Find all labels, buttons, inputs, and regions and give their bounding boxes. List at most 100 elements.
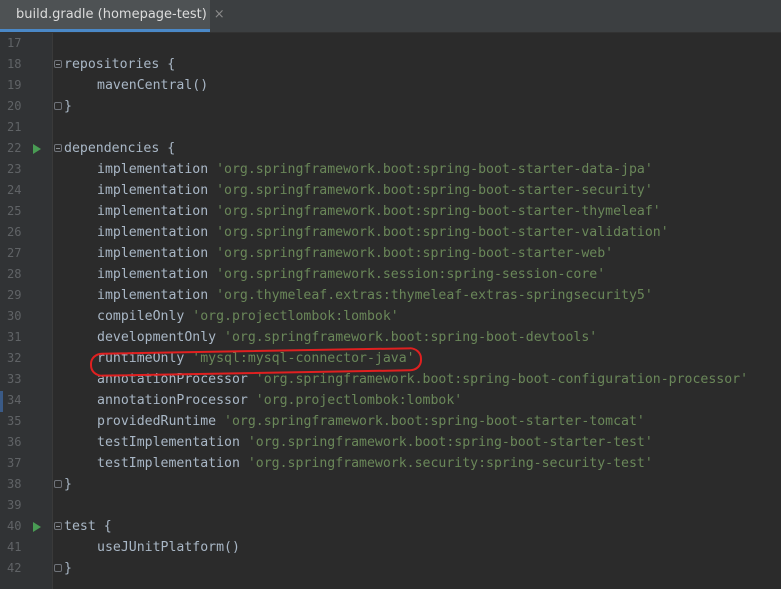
code-line[interactable]: 33 annotationProcessor 'org.springframewo… — [0, 369, 781, 390]
code-line[interactable]: 23 implementation 'org.springframework.bo… — [0, 159, 781, 180]
line-number: 17 — [7, 36, 22, 50]
line-number: 40 — [7, 519, 22, 533]
code-line[interactable]: 18 repositories { — [0, 54, 781, 75]
fold-end-icon[interactable] — [54, 102, 62, 110]
code-line[interactable]: 30 compileOnly 'org.projectlombok:lombok' — [0, 306, 781, 327]
close-icon[interactable]: × — [214, 7, 225, 22]
code-identifier: providedRuntime — [97, 414, 225, 429]
fold-end-icon[interactable] — [54, 564, 62, 572]
code-identifier: implementation — [97, 246, 217, 261]
code-identifier: } — [64, 99, 72, 114]
editor-tab-bar: build.gradle (homepage-test) × — [0, 0, 781, 33]
code-string-literal: 'org.springframework.boot:spring-boot-st… — [224, 414, 645, 429]
code-line[interactable]: 28 implementation 'org.springframework.se… — [0, 264, 781, 285]
line-number: 36 — [7, 435, 22, 449]
code-string-literal: 'org.springframework.boot:spring-boot-st… — [216, 162, 653, 177]
code-line[interactable]: 40 test { — [0, 516, 781, 537]
code-line[interactable]: 19 mavenCentral() — [0, 75, 781, 96]
code-identifier: dependencies { — [64, 141, 176, 156]
fold-collapse-icon[interactable] — [54, 60, 62, 68]
fold-end-icon[interactable] — [54, 480, 62, 488]
code-line[interactable]: 25 implementation 'org.springframework.bo… — [0, 201, 781, 222]
code-string-literal: 'org.thymeleaf.extras:thymeleaf-extras-s… — [216, 288, 653, 303]
code-text: dependencies { — [64, 138, 175, 159]
line-number: 30 — [7, 309, 22, 323]
code-text: providedRuntime 'org.springframework.boo… — [97, 411, 645, 432]
line-number: 25 — [7, 204, 22, 218]
code-line[interactable]: 38} — [0, 474, 781, 495]
ide-window: build.gradle (homepage-test) × 17 18 repos… — [0, 0, 781, 589]
code-text: } — [64, 96, 72, 117]
code-text: annotationProcessor 'org.projectlombok:l… — [97, 390, 462, 411]
code-text: runtimeOnly 'mysql:mysql-connector-java' — [97, 348, 415, 369]
code-text: test { — [64, 516, 112, 537]
code-identifier: test { — [64, 519, 112, 534]
code-line[interactable]: 22 dependencies { — [0, 138, 781, 159]
code-identifier: implementation — [97, 288, 217, 303]
code-identifier: developmentOnly — [97, 330, 225, 345]
code-line[interactable]: 37 testImplementation 'org.springframewor… — [0, 453, 781, 474]
code-lines: 17 18 repositories {19 mavenCentral() 20} 21 2… — [0, 33, 781, 579]
code-string-literal: 'org.springframework.boot:spring-boot-st… — [216, 204, 661, 219]
line-number: 32 — [7, 351, 22, 365]
line-number: 39 — [7, 498, 22, 512]
code-line[interactable]: 21 — [0, 117, 781, 138]
code-line[interactable]: 39 — [0, 495, 781, 516]
line-number: 24 — [7, 183, 22, 197]
fold-collapse-icon[interactable] — [54, 522, 62, 530]
code-identifier: mavenCentral() — [97, 78, 209, 93]
code-identifier: compileOnly — [97, 309, 193, 324]
line-number: 21 — [7, 120, 22, 134]
code-line[interactable]: 31 developmentOnly 'org.springframework.b… — [0, 327, 781, 348]
tab-build-gradle[interactable]: build.gradle (homepage-test) × — [0, 0, 225, 32]
code-text: } — [64, 474, 72, 495]
code-line[interactable]: 36 testImplementation 'org.springframewor… — [0, 432, 781, 453]
code-text: } — [64, 558, 72, 579]
code-line[interactable]: 27 implementation 'org.springframework.bo… — [0, 243, 781, 264]
code-text: useJUnitPlatform() — [97, 537, 240, 558]
code-text: compileOnly 'org.projectlombok:lombok' — [97, 306, 399, 327]
code-text: annotationProcessor 'org.springframework… — [97, 369, 748, 390]
code-line[interactable]: 17 — [0, 33, 781, 54]
line-number: 33 — [7, 372, 22, 386]
line-number: 23 — [7, 162, 22, 176]
code-text: implementation 'org.springframework.boot… — [97, 201, 661, 222]
code-line[interactable]: 34 annotationProcessor 'org.projectlombok… — [0, 390, 781, 411]
code-string-literal: 'org.springframework.boot:spring-boot-st… — [247, 435, 653, 450]
code-text: testImplementation 'org.springframework.… — [97, 432, 653, 453]
code-identifier: implementation — [97, 183, 217, 198]
code-identifier: testImplementation — [97, 435, 248, 450]
fold-collapse-icon[interactable] — [54, 144, 62, 152]
tab-label: build.gradle (homepage-test) — [16, 7, 207, 22]
code-identifier: } — [64, 561, 72, 576]
line-number: 28 — [7, 267, 22, 281]
code-string-literal: 'mysql:mysql-connector-java' — [192, 351, 415, 366]
line-number: 41 — [7, 540, 22, 554]
run-gutter-icon[interactable] — [33, 144, 41, 154]
code-identifier: implementation — [97, 204, 217, 219]
run-gutter-icon[interactable] — [33, 522, 41, 532]
code-text: developmentOnly 'org.springframework.boo… — [97, 327, 597, 348]
code-line[interactable]: 35 providedRuntime 'org.springframework.b… — [0, 411, 781, 432]
code-identifier: implementation — [97, 267, 217, 282]
line-number: 22 — [7, 141, 22, 155]
code-text: testImplementation 'org.springframework.… — [97, 453, 653, 474]
code-string-literal: 'org.springframework.boot:spring-boot-de… — [224, 330, 598, 345]
code-line[interactable]: 41 useJUnitPlatform() — [0, 537, 781, 558]
code-identifier: annotationProcessor — [97, 372, 256, 387]
code-string-literal: 'org.springframework.boot:spring-boot-st… — [216, 246, 614, 261]
code-line[interactable]: 29 implementation 'org.thymeleaf.extras:t… — [0, 285, 781, 306]
code-text: implementation 'org.thymeleaf.extras:thy… — [97, 285, 653, 306]
code-text: implementation 'org.springframework.sess… — [97, 264, 605, 285]
code-editor[interactable]: 17 18 repositories {19 mavenCentral() 20} 21 2… — [0, 33, 781, 589]
line-number: 20 — [7, 99, 22, 113]
code-line[interactable]: 20} — [0, 96, 781, 117]
line-number: 27 — [7, 246, 22, 260]
code-line[interactable]: 32 runtimeOnly 'mysql:mysql-connector-jav… — [0, 348, 781, 369]
code-identifier: testImplementation — [97, 456, 248, 471]
code-line[interactable]: 24 implementation 'org.springframework.bo… — [0, 180, 781, 201]
code-line[interactable]: 26 implementation 'org.springframework.bo… — [0, 222, 781, 243]
code-line[interactable]: 42} — [0, 558, 781, 579]
code-string-literal: 'org.projectlombok:lombok' — [255, 393, 463, 408]
code-text: implementation 'org.springframework.boot… — [97, 243, 613, 264]
